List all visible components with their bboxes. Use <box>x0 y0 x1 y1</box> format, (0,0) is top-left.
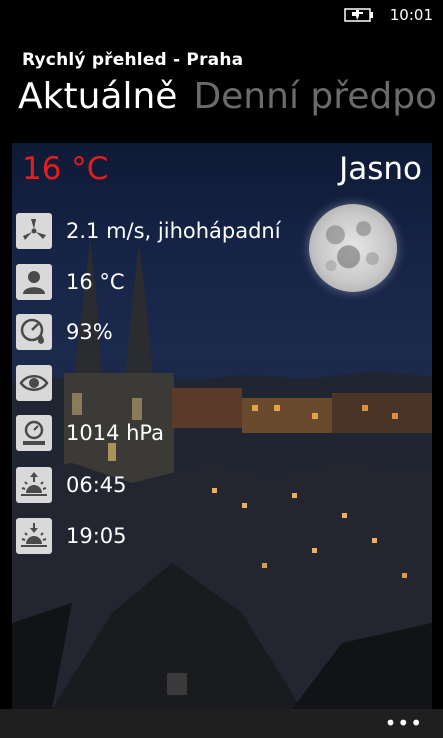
humidity-row: 93% <box>16 313 113 351</box>
feels-like-value: 16 °C <box>66 270 125 294</box>
app-bar: ••• <box>0 709 443 738</box>
pivot-tab-current[interactable]: Aktuálně <box>18 76 177 117</box>
pivot-header: Aktuálně Denní předpo <box>18 76 443 128</box>
current-weather-panel: 16 °C Jasno 2.1 m/s, jihohápadní 16 °C 9… <box>12 143 432 709</box>
sunset-value: 19:05 <box>66 524 127 548</box>
wind-turbine-icon <box>16 213 52 249</box>
person-feels-like-icon <box>16 264 52 300</box>
status-clock: 10:01 <box>389 6 433 24</box>
status-bar: 10:01 <box>0 0 443 32</box>
pressure-barometer-icon <box>16 415 52 451</box>
more-options-button[interactable]: ••• <box>385 711 423 735</box>
sunrise-icon <box>16 467 52 503</box>
sunset-icon <box>16 518 52 554</box>
eye-visibility-icon <box>16 365 52 401</box>
feels-like-row: 16 °C <box>16 263 125 301</box>
pressure-row: 1014 hPa <box>16 414 164 452</box>
sky-condition: Jasno <box>339 151 422 187</box>
sunrise-value: 06:45 <box>66 473 127 497</box>
humidity-value: 93% <box>66 320 113 344</box>
pressure-value: 1014 hPa <box>66 421 165 445</box>
pivot-tab-daily-forecast[interactable]: Denní předpo <box>193 76 437 117</box>
current-temperature: 16 °C <box>22 151 109 187</box>
sunrise-row: 06:45 <box>16 466 127 504</box>
wind-value: 2.1 m/s, jihohápadní <box>66 219 281 243</box>
sunset-row: 19:05 <box>16 517 127 555</box>
moon-icon <box>309 204 397 292</box>
battery-charging-icon <box>344 8 373 22</box>
visibility-row <box>16 364 66 402</box>
wind-row: 2.1 m/s, jihohápadní <box>16 212 281 250</box>
app-title: Rychlý přehled - Praha <box>22 50 244 70</box>
humidity-gauge-icon <box>16 314 52 350</box>
